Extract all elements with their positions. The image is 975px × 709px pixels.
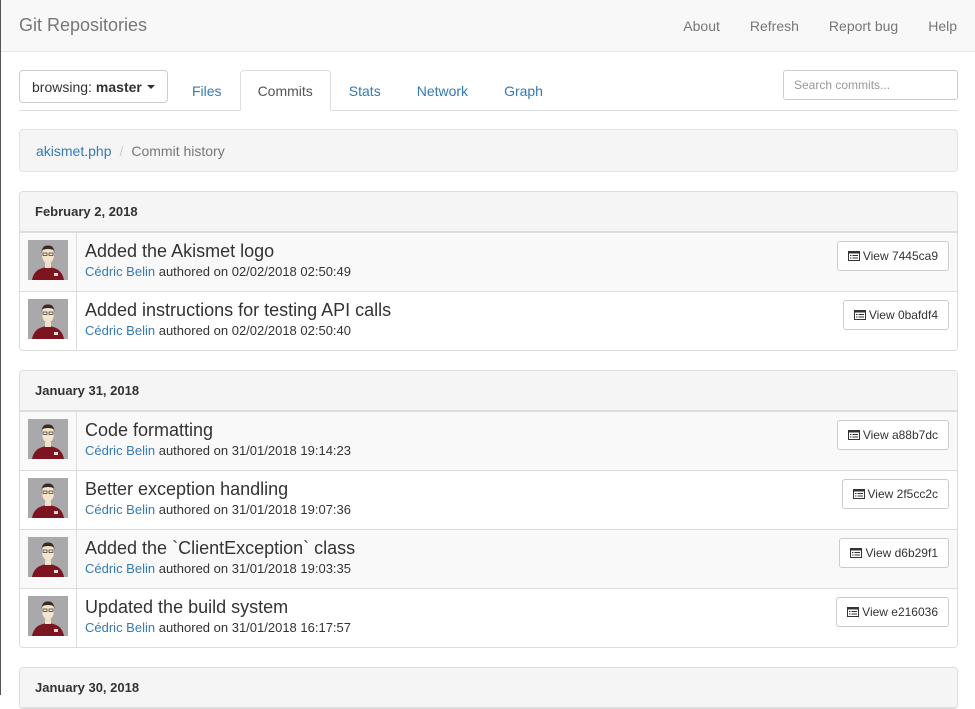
commit-history: February 2, 2018 Added the Akismet logo C… bbox=[19, 191, 958, 709]
tab-files[interactable]: Files bbox=[174, 70, 240, 111]
view-commit-label: View 0bafdf4 bbox=[868, 308, 938, 322]
view-commit-button[interactable]: View d6b29f1 bbox=[839, 538, 949, 568]
avatar-cell bbox=[20, 530, 77, 588]
commit-group-date: January 30, 2018 bbox=[20, 668, 957, 708]
view-commit-button[interactable]: View a88b7dc bbox=[836, 420, 949, 450]
view-commit-label: View 7445ca9 bbox=[862, 249, 938, 263]
view-commit-button[interactable]: View 2f5cc2c bbox=[841, 479, 949, 509]
commit-row: Added the `ClientException` class Cédric … bbox=[20, 529, 957, 588]
commit-body: Added the Akismet logo Cédric Belin autho… bbox=[77, 233, 957, 291]
commit-title: Added instructions for testing API calls bbox=[85, 300, 392, 320]
list-alt-icon bbox=[853, 310, 866, 320]
view-commit-label: View 2f5cc2c bbox=[867, 487, 938, 501]
tab-network[interactable]: Network bbox=[399, 70, 486, 111]
list-alt-icon bbox=[847, 251, 860, 261]
nav-report-bug-link[interactable]: Report bug bbox=[814, 18, 913, 34]
commit-row: Added instructions for testing API calls… bbox=[20, 291, 957, 350]
avatar bbox=[28, 596, 68, 636]
commit-title: Code formatting bbox=[85, 420, 214, 440]
repo-tabs: Files Commits Stats Network Graph bbox=[174, 70, 561, 111]
avatar-cell bbox=[20, 233, 77, 291]
breadcrumb: akismet.php / Commit history bbox=[19, 129, 958, 172]
main-container: browsing: master Files Commits Stats Net… bbox=[1, 70, 975, 709]
view-commit-button[interactable]: View e216036 bbox=[836, 597, 949, 627]
avatar bbox=[28, 240, 68, 280]
commit-authored-date: authored on 31/01/2018 16:17:57 bbox=[158, 620, 352, 635]
nav-help-link[interactable]: Help bbox=[913, 18, 957, 34]
nav-about-link[interactable]: About bbox=[668, 18, 735, 34]
commit-title: Updated the build system bbox=[85, 597, 289, 617]
list-alt-icon bbox=[847, 607, 860, 617]
commit-meta: Cédric Belin authored on 02/02/2018 02:5… bbox=[85, 322, 957, 340]
avatar bbox=[28, 537, 68, 577]
commit-group: January 31, 2018 Code formatting Cédric B… bbox=[19, 370, 958, 648]
commit-body: Better exception handling Cédric Belin au… bbox=[77, 471, 957, 529]
list-alt-icon bbox=[847, 430, 860, 440]
branch-prefix: browsing: bbox=[32, 78, 92, 95]
commit-row: Updated the build system Cédric Belin aut… bbox=[20, 588, 957, 647]
breadcrumb-current: Commit history bbox=[131, 142, 225, 159]
toolbar: browsing: master Files Commits Stats Net… bbox=[19, 70, 958, 111]
view-commit-label: View e216036 bbox=[862, 605, 938, 619]
commit-body: Code formatting Cédric Belin authored on … bbox=[77, 412, 957, 470]
commit-meta: Cédric Belin authored on 31/01/2018 19:1… bbox=[85, 442, 957, 460]
commit-title: Added the `ClientException` class bbox=[85, 538, 356, 558]
commit-title: Better exception handling bbox=[85, 479, 289, 499]
nav-refresh-link[interactable]: Refresh bbox=[735, 18, 814, 34]
commit-group-date: January 31, 2018 bbox=[20, 371, 957, 411]
commit-meta: Cédric Belin authored on 31/01/2018 16:1… bbox=[85, 619, 957, 637]
breadcrumb-separator: / bbox=[119, 142, 124, 159]
commit-authored-date: authored on 31/01/2018 19:14:23 bbox=[158, 443, 352, 458]
commit-meta: Cédric Belin authored on 31/01/2018 19:0… bbox=[85, 501, 957, 519]
list-alt-icon bbox=[852, 489, 865, 499]
commit-row: Added the Akismet logo Cédric Belin autho… bbox=[20, 232, 957, 291]
commit-title: Added the Akismet logo bbox=[85, 241, 275, 261]
avatar bbox=[28, 419, 68, 459]
avatar-cell bbox=[20, 471, 77, 529]
list-alt-icon bbox=[850, 548, 863, 558]
commit-group: January 30, 2018 bbox=[19, 667, 958, 709]
commit-author-link[interactable]: Cédric Belin bbox=[85, 323, 155, 338]
commit-author-link[interactable]: Cédric Belin bbox=[85, 561, 155, 576]
commit-authored-date: authored on 02/02/2018 02:50:40 bbox=[158, 323, 352, 338]
top-navbar: Git Repositories About Refresh Report bu… bbox=[1, 0, 975, 52]
brand-link[interactable]: Git Repositories bbox=[19, 15, 147, 36]
commit-author-link[interactable]: Cédric Belin bbox=[85, 443, 155, 458]
commit-group-date: February 2, 2018 bbox=[20, 192, 957, 232]
caret-down-icon bbox=[146, 84, 155, 89]
tab-stats[interactable]: Stats bbox=[331, 70, 399, 111]
branch-dropdown-button[interactable]: browsing: master bbox=[19, 70, 168, 103]
commit-meta: Cédric Belin authored on 02/02/2018 02:5… bbox=[85, 263, 957, 281]
commit-body: Added the `ClientException` class Cédric … bbox=[77, 530, 957, 588]
commit-author-link[interactable]: Cédric Belin bbox=[85, 264, 155, 279]
commit-author-link[interactable]: Cédric Belin bbox=[85, 620, 155, 635]
commit-authored-date: authored on 31/01/2018 19:03:35 bbox=[158, 561, 352, 576]
view-commit-label: View d6b29f1 bbox=[865, 546, 938, 560]
commit-authored-date: authored on 31/01/2018 19:07:36 bbox=[158, 502, 352, 517]
breadcrumb-file-link[interactable]: akismet.php bbox=[36, 143, 111, 159]
commit-row: Better exception handling Cédric Belin au… bbox=[20, 470, 957, 529]
branch-name: master bbox=[95, 78, 142, 95]
commit-author-link[interactable]: Cédric Belin bbox=[85, 502, 155, 517]
commit-authored-date: authored on 02/02/2018 02:50:49 bbox=[158, 264, 352, 279]
view-commit-label: View a88b7dc bbox=[862, 428, 938, 442]
commit-row: Code formatting Cédric Belin authored on … bbox=[20, 411, 957, 470]
view-commit-button[interactable]: View 0bafdf4 bbox=[842, 300, 949, 330]
tab-commits[interactable]: Commits bbox=[239, 70, 331, 111]
commit-meta: Cédric Belin authored on 31/01/2018 19:0… bbox=[85, 560, 957, 578]
avatar bbox=[28, 299, 68, 339]
avatar-cell bbox=[20, 292, 77, 350]
search-commits-input[interactable] bbox=[783, 70, 958, 100]
avatar-cell bbox=[20, 589, 77, 647]
nav-links: About Refresh Report bug Help bbox=[668, 18, 957, 34]
commit-body: Updated the build system Cédric Belin aut… bbox=[77, 589, 957, 647]
commit-body: Added instructions for testing API calls… bbox=[77, 292, 957, 350]
view-commit-button[interactable]: View 7445ca9 bbox=[836, 241, 949, 271]
tab-graph[interactable]: Graph bbox=[486, 70, 561, 111]
avatar bbox=[28, 478, 68, 518]
avatar-cell bbox=[20, 412, 77, 470]
commit-group: February 2, 2018 Added the Akismet logo C… bbox=[19, 191, 958, 351]
